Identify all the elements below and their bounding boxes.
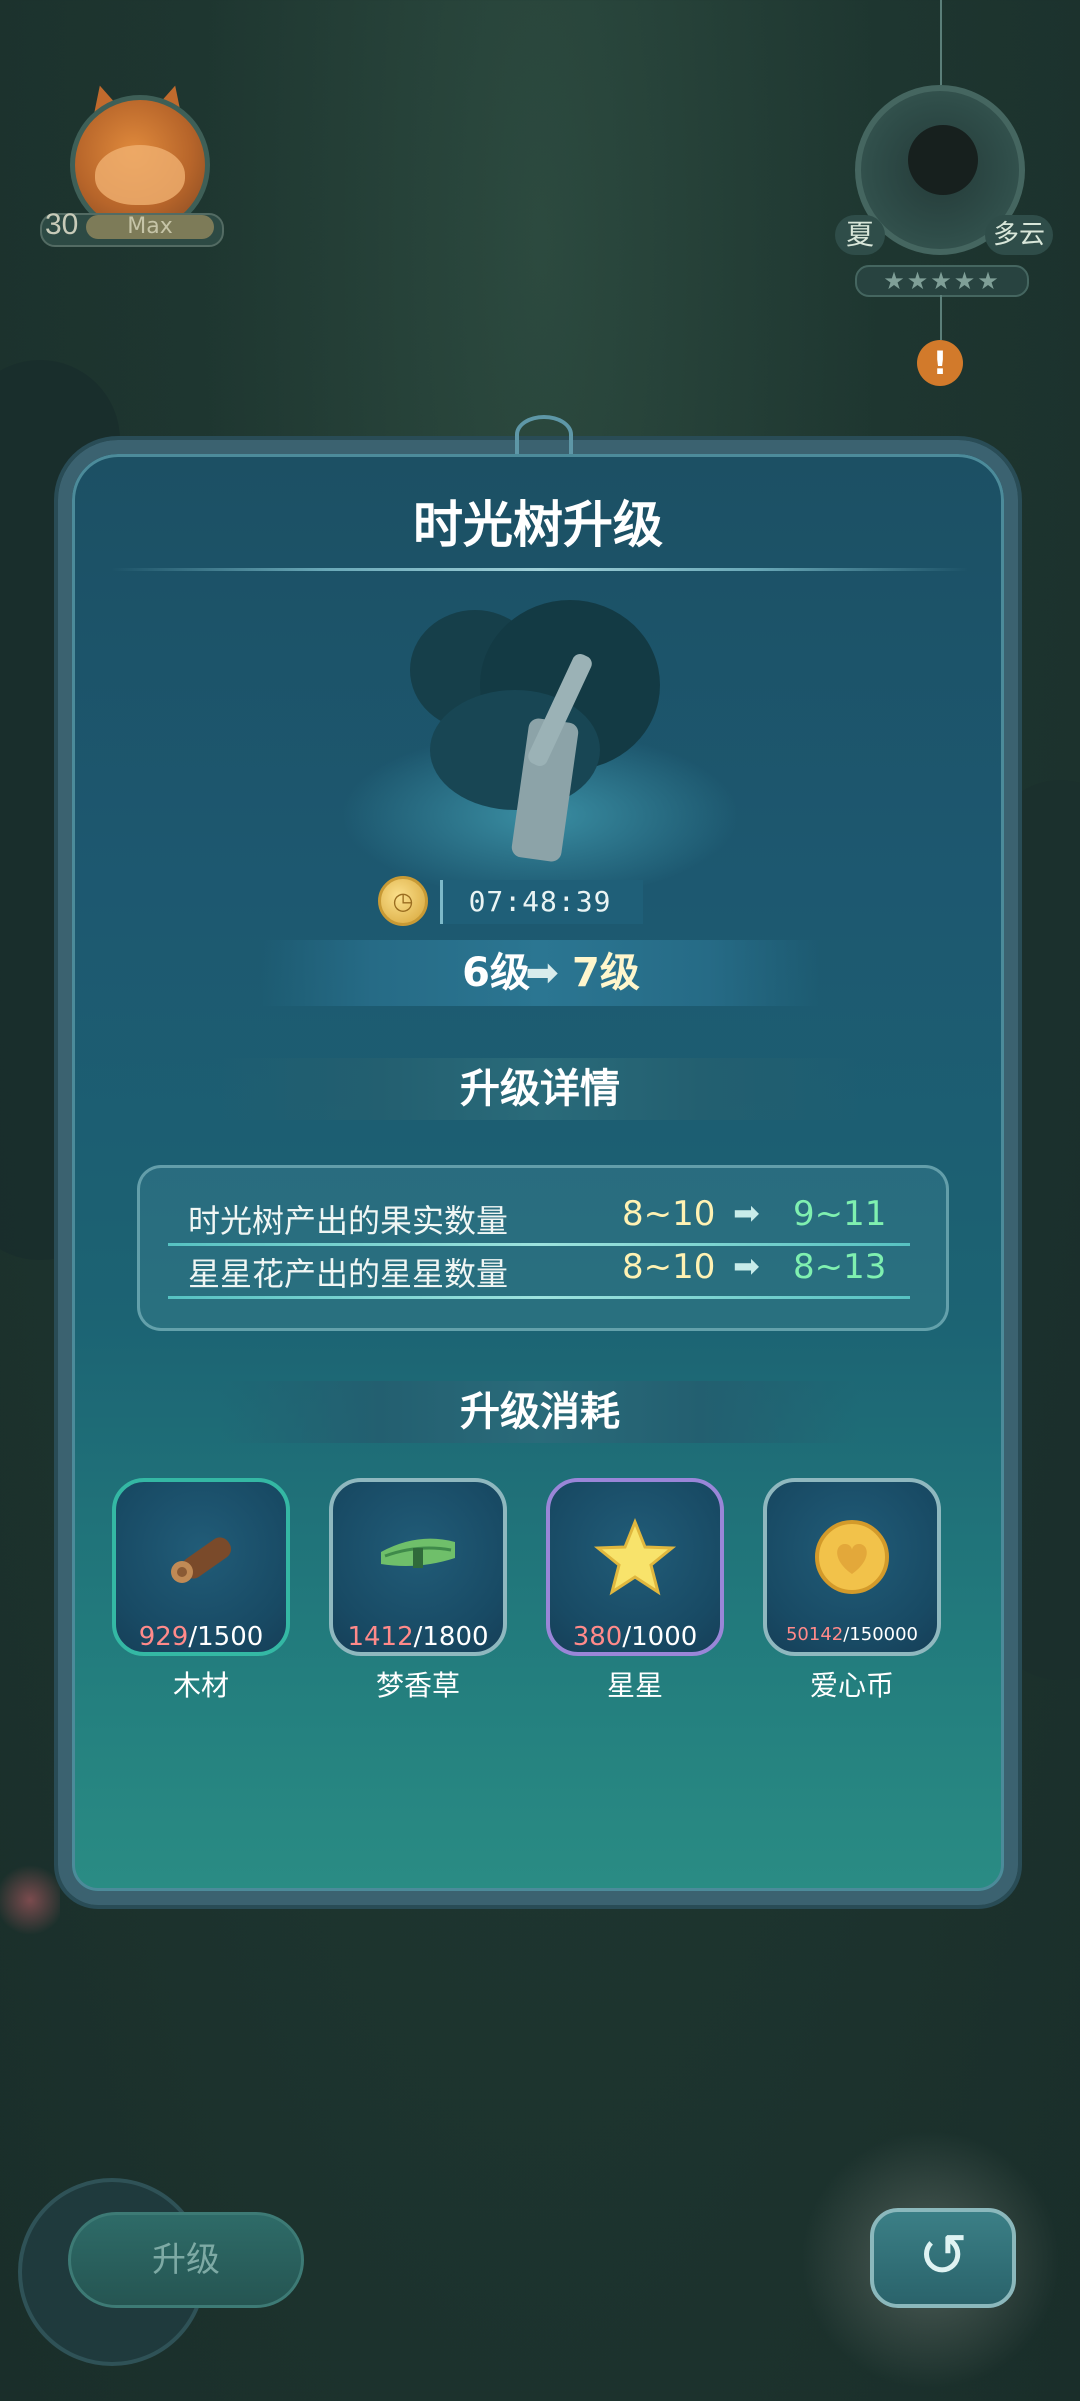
weather-widget[interactable]: 夏 多云 ★★★★★ ! xyxy=(830,0,1053,386)
detail-to-value: 9~11 xyxy=(793,1194,887,1234)
heart-coin-icon xyxy=(807,1512,897,1602)
rating-stars: ★★★★★ xyxy=(855,265,1029,297)
detail-from-value: 8~10 xyxy=(622,1247,716,1287)
player-level: 30 xyxy=(45,208,79,241)
cost-name: 爱心币 xyxy=(809,1669,894,1702)
costs-title: 升级消耗 xyxy=(460,1389,620,1435)
detail-to-value: 8~13 xyxy=(793,1247,887,1287)
level-status: Max xyxy=(127,214,173,239)
hanging-string xyxy=(940,295,942,340)
cost-name: 星星 xyxy=(606,1669,663,1702)
back-button[interactable]: ↺ xyxy=(870,2208,1016,2308)
arrow-right-icon: ➡ xyxy=(733,1247,760,1285)
alert-icon[interactable]: ! xyxy=(917,340,963,386)
detail-label: 星星花产出的星星数量 xyxy=(188,1255,509,1293)
details-title: 升级详情 xyxy=(460,1066,620,1112)
wood-log-icon xyxy=(156,1512,246,1602)
next-level: 7级 xyxy=(572,950,640,996)
cost-amount: 380/1000 xyxy=(572,1622,698,1652)
grass-bundle-icon xyxy=(373,1512,463,1602)
flower-decoration xyxy=(0,1860,60,1940)
divider xyxy=(112,568,968,571)
cost-name: 梦香草 xyxy=(375,1669,460,1702)
panel-ornament xyxy=(515,415,573,454)
row-divider xyxy=(168,1243,910,1246)
weather-condition-label: 多云 xyxy=(985,215,1053,255)
hanging-string xyxy=(940,0,942,85)
star-icon xyxy=(590,1512,680,1602)
season-label: 夏 xyxy=(835,215,885,255)
detail-from-value: 8~10 xyxy=(622,1194,716,1234)
player-avatar-widget[interactable]: 30 Max xyxy=(40,80,240,255)
cost-amount: 50142/150000 xyxy=(785,1624,919,1645)
upgrade-button[interactable]: 升级 xyxy=(68,2212,304,2308)
panel-title: 时光树升级 xyxy=(413,496,663,554)
arrow-right-icon: ➡ xyxy=(525,950,559,996)
detail-label: 时光树产出的果实数量 xyxy=(188,1202,509,1240)
fox-face-icon xyxy=(95,145,185,205)
cost-amount: 1412/1800 xyxy=(347,1622,489,1652)
arrow-right-icon: ➡ xyxy=(733,1194,760,1232)
pocket-watch-icon: ◷ xyxy=(378,876,428,926)
cost-name: 木材 xyxy=(172,1669,229,1702)
row-divider xyxy=(168,1296,910,1299)
upgrade-timer: 07:48:39 xyxy=(468,885,612,918)
cost-amount: 929/1500 xyxy=(138,1622,264,1652)
tree-silhouette-icon xyxy=(908,125,978,195)
